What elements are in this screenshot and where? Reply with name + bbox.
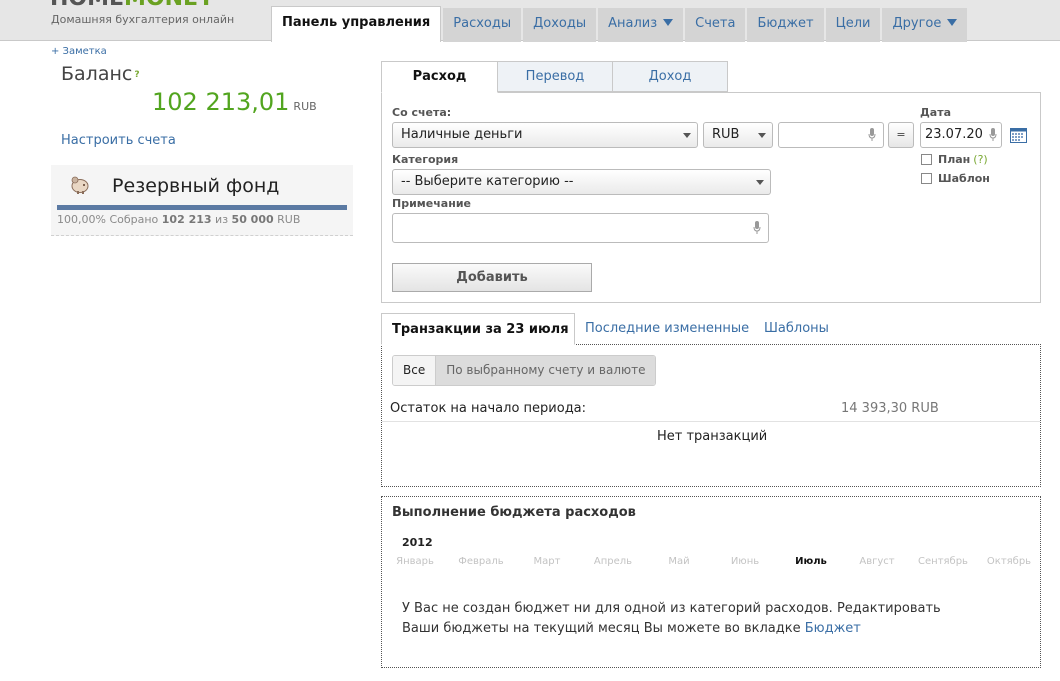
note-label: Примечание	[392, 197, 471, 210]
month-item[interactable]: Август	[844, 556, 910, 567]
currency-select[interactable]: RUB	[703, 122, 773, 148]
calculate-button[interactable]: =	[888, 122, 914, 148]
empty-transactions-text: Нет транзакций	[657, 429, 768, 444]
chevron-down-icon	[758, 133, 766, 138]
budget-message-line2: Ваши бюджеты на текущий месяц Вы можете …	[402, 621, 861, 636]
filter-selected-account[interactable]: По выбранному счету и валюте	[436, 356, 656, 385]
entry-tabs: Расход Перевод Доход	[381, 61, 728, 93]
category-label: Категория	[392, 153, 459, 166]
month-strip: Январь Февраль Март Апрель Май Июнь Июль…	[382, 556, 1042, 570]
template-checkbox[interactable]	[921, 173, 932, 184]
month-item[interactable]: Июнь	[712, 556, 778, 567]
add-note-link[interactable]: + Заметка	[51, 46, 107, 57]
nav-tab-budget[interactable]: Бюджет	[747, 8, 824, 42]
from-account-label: Со счета:	[392, 106, 452, 119]
amount-input[interactable]	[778, 122, 884, 148]
nav-tab-income[interactable]: Доходы	[523, 8, 597, 42]
month-item[interactable]: Октябрь	[976, 556, 1042, 567]
tab-expense[interactable]: Расход	[381, 61, 498, 93]
nav-tab-accounts[interactable]: Счета	[685, 8, 746, 42]
transaction-filters: Все По выбранному счету и валюте	[392, 355, 657, 386]
budget-message-line1: У Вас не создан бюджет ни для одной из к…	[402, 601, 941, 616]
fund-progress-fill	[57, 205, 347, 210]
piggy-bank-icon	[71, 176, 89, 194]
month-item[interactable]: Апрель	[580, 556, 646, 567]
month-item[interactable]: Март	[514, 556, 580, 567]
fund-stats: 100,00% Собрано 102 213 из 50 000 RUB	[57, 213, 301, 226]
date-label: Дата	[920, 106, 952, 119]
tab-recent-changes[interactable]: Последние измененные	[585, 321, 749, 336]
tagline: Домашняя бухгалтерия онлайн	[51, 13, 235, 26]
tab-transactions-today[interactable]: Транзакции за 23 июля	[381, 313, 575, 345]
month-item[interactable]: Январь	[382, 556, 448, 567]
balance-currency: RUB	[293, 100, 317, 113]
microphone-icon[interactable]	[868, 128, 876, 142]
fund-progress-bar	[57, 205, 347, 210]
top-header: HOMEMONEY Домашняя бухгалтерия онлайн Па…	[0, 0, 1060, 42]
logo-money: MONEY	[124, 0, 214, 11]
nav-tab-other[interactable]: Другое	[882, 8, 968, 42]
nav-tab-analysis[interactable]: Анализ	[598, 8, 684, 42]
budget-year: 2012	[402, 536, 433, 549]
logo[interactable]: HOMEMONEY	[50, 0, 214, 10]
note-input[interactable]	[392, 213, 769, 243]
budget-title: Выполнение бюджета расходов	[392, 505, 636, 520]
chevron-down-icon	[756, 180, 764, 185]
account-select[interactable]: Наличные деньги	[392, 122, 698, 148]
reserve-fund-card[interactable]: Резервный фонд 100,00% Собрано 102 213 и…	[51, 165, 353, 236]
setup-accounts-link[interactable]: Настроить счета	[61, 133, 176, 148]
month-item[interactable]: Сентябрь	[910, 556, 976, 567]
start-balance-label: Остаток на начало периода:	[390, 401, 587, 416]
help-icon[interactable]: ?	[134, 70, 139, 80]
plan-checkbox[interactable]	[921, 154, 932, 165]
balance-amount: 102 213,01 RUB	[152, 88, 317, 116]
month-item[interactable]: Февраль	[448, 556, 514, 567]
tab-templates[interactable]: Шаблоны	[764, 321, 829, 336]
balance-title: Баланс?	[61, 63, 140, 85]
filter-all[interactable]: Все	[393, 356, 437, 385]
fund-name: Резервный фонд	[112, 175, 280, 197]
budget-panel	[381, 496, 1041, 668]
budget-tab-link[interactable]: Бюджет	[805, 621, 861, 636]
divider	[382, 421, 1040, 422]
month-item[interactable]: Май	[646, 556, 712, 567]
plan-help-icon[interactable]: (?)	[973, 153, 987, 166]
plan-label: План (?)	[938, 153, 988, 166]
month-item[interactable]: Июль	[778, 556, 844, 567]
category-select[interactable]: -- Выберите категорию --	[392, 169, 771, 195]
microphone-icon[interactable]	[753, 221, 761, 235]
chevron-down-icon	[683, 133, 691, 138]
main-nav: Панель управления Расходы Доходы Анализ …	[271, 6, 969, 42]
add-button[interactable]: Добавить	[392, 263, 592, 292]
nav-tab-goals[interactable]: Цели	[825, 8, 881, 42]
calendar-icon[interactable]	[1010, 128, 1027, 143]
nav-tab-dashboard[interactable]: Панель управления	[271, 6, 442, 42]
chevron-down-icon	[947, 19, 958, 26]
tab-income[interactable]: Доход	[612, 61, 728, 92]
chevron-down-icon	[663, 19, 674, 26]
template-label: Шаблон	[938, 172, 990, 185]
start-balance-amount: 14 393,30 RUB	[841, 401, 939, 416]
tab-transfer[interactable]: Перевод	[497, 61, 613, 92]
date-input[interactable]: 23.07.20	[920, 122, 1002, 148]
nav-tab-expenses[interactable]: Расходы	[443, 8, 522, 42]
microphone-icon[interactable]	[989, 128, 997, 142]
logo-home: HOME	[50, 0, 124, 11]
